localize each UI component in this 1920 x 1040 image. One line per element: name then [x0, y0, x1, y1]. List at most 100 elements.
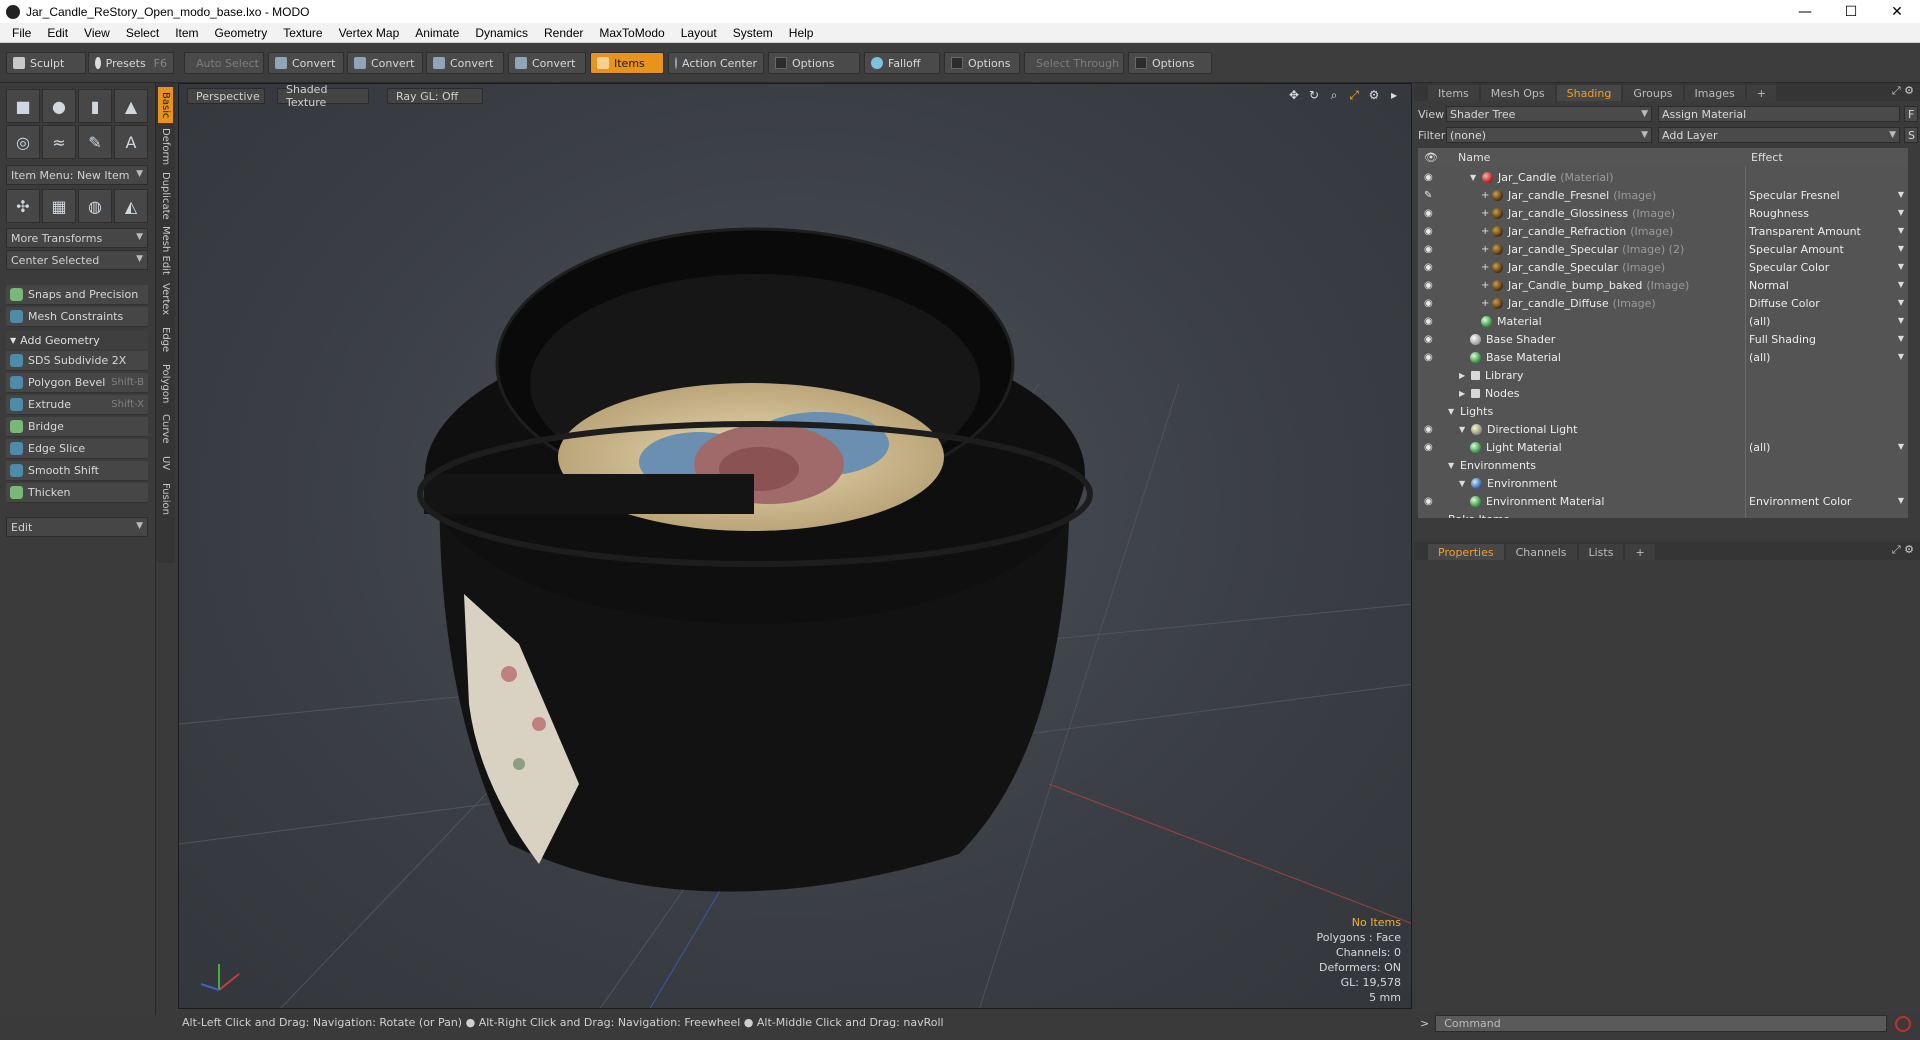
menu-dynamics[interactable]: Dynamics [467, 26, 536, 40]
tree-row[interactable]: ▼ Lights [1418, 402, 1908, 420]
visibility-eye-icon[interactable]: ◉ [1424, 496, 1436, 507]
record-macro-icon[interactable] [1895, 1015, 1912, 1032]
tab-duplicate[interactable]: Duplicate [158, 171, 173, 221]
item-menu-dropdown[interactable]: Item Menu: New Item ▼ [6, 165, 148, 185]
add-tab-button[interactable]: + [1625, 544, 1655, 560]
tree-row[interactable]: ◉ Material (all) ▼ [1418, 312, 1908, 330]
tab-properties[interactable]: Properties [1428, 544, 1504, 560]
presets-button[interactable]: Presets F6 [88, 52, 174, 74]
rotate-icon[interactable]: ◍ [78, 189, 112, 223]
expand-plus-icon[interactable]: + [1481, 244, 1489, 255]
snaps-precision-button[interactable]: Snaps and Precision [6, 285, 148, 305]
tree-row[interactable]: ▼ Environment [1418, 474, 1908, 492]
auto-select-button[interactable]: Auto Select [184, 52, 264, 74]
tab-mesh-edit[interactable]: Mesh Edit [158, 225, 173, 275]
falloff-button[interactable]: Falloff [864, 52, 940, 74]
tab-mesh-ops[interactable]: Mesh Ops [1480, 85, 1555, 101]
menu-texture[interactable]: Texture [275, 26, 330, 40]
expand-plus-icon[interactable]: + [1481, 280, 1489, 291]
cube-icon[interactable]: ■ [6, 89, 40, 123]
effect-dropdown[interactable]: Specular Color ▼ [1749, 261, 1904, 274]
visibility-eye-icon[interactable]: ◉ [1424, 262, 1436, 273]
expand-plus-icon[interactable]: + [1481, 298, 1489, 309]
visibility-empty[interactable] [1424, 478, 1436, 488]
visibility-eye-icon[interactable]: ◉ [1424, 208, 1436, 219]
tab-curve[interactable]: Curve [158, 411, 173, 447]
tab-polygon[interactable]: Polygon [158, 361, 173, 407]
menu-help[interactable]: Help [781, 26, 822, 40]
menu-layout[interactable]: Layout [673, 26, 725, 40]
visibility-empty[interactable] [1424, 370, 1436, 380]
expand-right-icon[interactable]: ▶ [1459, 389, 1467, 398]
tab-images[interactable]: Images [1684, 85, 1745, 101]
tree-row[interactable]: ◉ + Jar_candle_Glossiness (Image) Roughness ▼ [1418, 204, 1908, 222]
tab-channels[interactable]: Channels [1505, 544, 1577, 560]
tree-row[interactable]: ◉ + Jar_Candle_bump_baked (Image) Normal ▼ [1418, 276, 1908, 294]
edit-dropdown[interactable]: Edit ▼ [6, 517, 148, 537]
tree-row[interactable]: ◉ Base Shader Full Shading ▼ [1418, 330, 1908, 348]
visibility-eye-icon[interactable]: ◉ [1424, 280, 1436, 291]
convert-edges-button[interactable]: Convert [347, 52, 423, 74]
expand-plus-icon[interactable]: + [1481, 208, 1489, 219]
tree-row[interactable]: ◉ + Jar_candle_Refraction (Image) Transparen… [1418, 222, 1908, 240]
visibility-eye-icon[interactable]: ◉ [1424, 172, 1436, 183]
tab-edge[interactable]: Edge [158, 323, 173, 357]
tree-row[interactable]: ◉ Base Material (all) ▼ [1418, 348, 1908, 366]
3d-viewport[interactable]: Perspective Shaded Texture Ray GL: Off ✥… [178, 83, 1412, 1009]
tab-lists[interactable]: Lists [1578, 544, 1624, 560]
edge-slice-button[interactable]: Edge Slice [6, 439, 148, 459]
pen-icon[interactable]: ✎ [78, 125, 112, 159]
tab-fusion[interactable]: Fusion [158, 479, 173, 519]
tab-deform[interactable]: Deform [158, 127, 173, 167]
tree-row[interactable]: ✎ + Jar_candle_Fresnel (Image) Specular Fres… [1418, 186, 1908, 204]
name-column-header[interactable]: Name [1458, 151, 1490, 164]
add-tab-button[interactable]: + [1746, 85, 1776, 101]
sphere-icon[interactable]: ● [42, 89, 76, 123]
scale-icon[interactable]: ▦ [42, 189, 76, 223]
tree-row[interactable]: ◉ Environment Material Environment Color ▼ [1418, 492, 1908, 510]
visibility-eye-icon[interactable]: ◉ [1424, 226, 1436, 237]
panel-options-icons[interactable]: ⤢ ⚙ [1892, 543, 1914, 557]
effect-dropdown[interactable]: Roughness ▼ [1749, 207, 1904, 220]
expand-down-icon[interactable]: ▼ [1459, 479, 1467, 488]
torus-icon[interactable]: ◎ [6, 125, 40, 159]
visibility-eye-icon[interactable]: ◉ [1424, 316, 1436, 327]
menu-vertex-map[interactable]: Vertex Map [331, 26, 408, 40]
center-selected-dropdown[interactable]: Center Selected ▼ [6, 250, 148, 270]
tree-row[interactable]: ◉ + Jar_candle_Diffuse (Image) Diffuse Color… [1418, 294, 1908, 312]
tree-row[interactable]: ◉ + Jar_candle_Specular (Image) (2) Specular… [1418, 240, 1908, 258]
brush-icon[interactable]: ✎ [1424, 190, 1436, 201]
effect-dropdown[interactable]: Diffuse Color ▼ [1749, 297, 1904, 310]
menu-file[interactable]: File [4, 26, 39, 40]
view-dropdown[interactable]: Shader Tree ▼ [1446, 106, 1652, 122]
close-button[interactable]: ✕ [1874, 0, 1920, 23]
menu-maxtomodo[interactable]: MaxToModo [591, 26, 672, 40]
filter-dropdown[interactable]: (none) ▼ [1446, 127, 1652, 143]
visibility-eye-icon[interactable]: ◉ [1424, 442, 1436, 453]
expand-down-icon[interactable]: ▼ [1459, 425, 1467, 434]
tab-vertex[interactable]: Vertex [158, 279, 173, 319]
visibility-empty[interactable] [1424, 514, 1436, 518]
text-icon[interactable]: A [114, 125, 148, 159]
tree-row[interactable]: ◉ ▼ Directional Light [1418, 420, 1908, 438]
options-checkbox[interactable] [775, 57, 787, 69]
assign-material-button[interactable]: Assign Material [1658, 106, 1900, 122]
minimize-button[interactable]: — [1782, 0, 1828, 23]
action-center-button[interactable]: Action Center [668, 52, 764, 74]
add-geometry-header[interactable]: ▼ Add Geometry [6, 331, 148, 349]
select-through-options-button[interactable]: Options [1128, 52, 1212, 74]
menu-item[interactable]: Item [167, 26, 206, 40]
tab-shading[interactable]: Shading [1556, 85, 1622, 101]
effect-dropdown[interactable]: Transparent Amount ▼ [1749, 225, 1904, 238]
effect-dropdown[interactable]: (all) ▼ [1749, 351, 1904, 364]
options-checkbox[interactable] [951, 57, 963, 69]
tree-row[interactable]: ◉ + Jar_candle_Specular (Image) Specular Col… [1418, 258, 1908, 276]
sds-subdivide-button[interactable]: SDS Subdivide 2X [6, 351, 148, 371]
effect-dropdown[interactable]: Full Shading ▼ [1749, 333, 1904, 346]
add-layer-dropdown[interactable]: Add Layer ▼ [1658, 127, 1900, 143]
panel-options-icons[interactable]: ⤢ ⚙ [1892, 84, 1914, 98]
menu-edit[interactable]: Edit [39, 26, 76, 40]
expand-plus-icon[interactable]: + [1481, 262, 1489, 273]
cone-icon[interactable]: ▲ [114, 89, 148, 123]
expand-down-icon[interactable]: ▼ [1448, 461, 1456, 470]
